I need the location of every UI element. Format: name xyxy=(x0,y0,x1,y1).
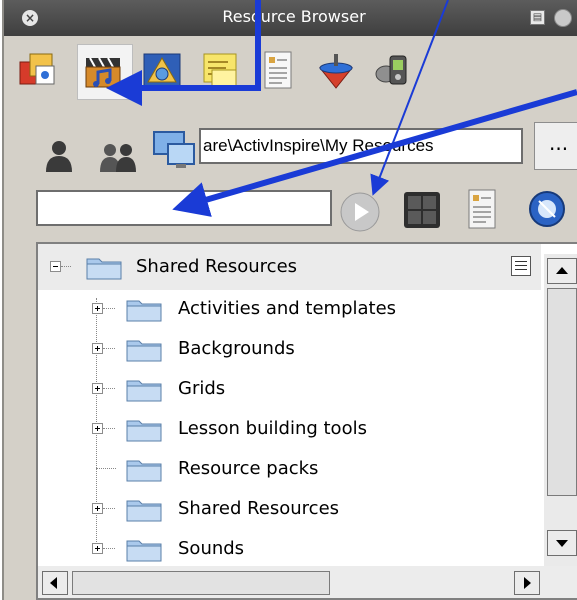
tree-item-label: Backgrounds xyxy=(178,338,295,359)
folder-icon xyxy=(126,340,162,362)
tree-item[interactable]: Resource packs xyxy=(38,450,541,490)
tree-item[interactable]: Lesson building tools xyxy=(38,410,541,450)
folder-icon xyxy=(126,500,162,522)
tree-item-label: Lesson building tools xyxy=(178,418,367,439)
menu-icon[interactable] xyxy=(554,9,572,27)
resource-tree[interactable]: Shared Resources Activities and template… xyxy=(36,242,577,600)
view-toggle-icon[interactable] xyxy=(511,256,531,276)
expand-icon[interactable] xyxy=(92,303,103,314)
scroll-left-icon[interactable] xyxy=(42,571,68,595)
play-search-icon[interactable] xyxy=(338,190,382,234)
window-title: Resource Browser xyxy=(222,7,366,26)
single-user-icon[interactable] xyxy=(42,138,76,172)
collapse-icon[interactable] xyxy=(50,261,61,272)
page-icon[interactable] xyxy=(256,48,300,92)
folder-icon xyxy=(126,300,162,322)
tree-root-label: Shared Resources xyxy=(136,256,298,277)
pin-icon[interactable]: ▤ xyxy=(530,10,545,25)
tree-item[interactable]: Grids xyxy=(38,370,541,410)
path-field[interactable]: are\ActivInspire\My Resources xyxy=(199,128,523,164)
horizontal-scroll-thumb[interactable] xyxy=(72,571,330,595)
computer-icon[interactable] xyxy=(152,128,198,174)
resource-browser-window: × Resource Browser ▤ are\ActivInspire\My… xyxy=(2,0,577,600)
folder-icon xyxy=(126,380,162,402)
expand-icon[interactable] xyxy=(92,503,103,514)
folder-icon xyxy=(126,540,162,562)
spinning-top-icon[interactable] xyxy=(314,48,358,92)
folder-icon xyxy=(126,460,162,482)
tree-item-label: Shared Resources xyxy=(178,498,340,519)
notes-icon[interactable] xyxy=(198,48,242,92)
search-globe-icon[interactable] xyxy=(524,186,570,232)
expand-icon[interactable] xyxy=(92,423,103,434)
tree-item-label: Activities and templates xyxy=(178,298,397,319)
tree-item[interactable]: Shared Resources xyxy=(38,490,541,530)
calculator-icon[interactable] xyxy=(400,188,444,232)
devices-icon[interactable] xyxy=(370,48,414,92)
document-icon[interactable] xyxy=(460,186,504,232)
browse-button[interactable]: ... xyxy=(534,122,577,170)
search-input[interactable] xyxy=(36,190,332,226)
media-icon[interactable] xyxy=(82,50,126,94)
expand-icon[interactable] xyxy=(92,383,103,394)
folder-icon xyxy=(126,420,162,442)
vertical-scroll-thumb[interactable] xyxy=(547,288,577,496)
tree-item-label: Sounds xyxy=(178,538,245,559)
expand-icon[interactable] xyxy=(92,343,103,354)
tree-item-label: Grids xyxy=(178,378,226,399)
tree-item[interactable]: Backgrounds xyxy=(38,330,541,370)
scroll-up-icon[interactable] xyxy=(547,258,577,284)
tree-root-row[interactable]: Shared Resources xyxy=(38,248,541,288)
scroll-down-icon[interactable] xyxy=(547,530,577,556)
scroll-right-icon[interactable] xyxy=(514,571,540,595)
folder-icon xyxy=(86,258,122,280)
tree-item[interactable]: Sounds xyxy=(38,530,541,570)
close-icon[interactable]: × xyxy=(22,10,38,26)
resources-icon[interactable] xyxy=(16,48,60,92)
tree-item[interactable]: Activities and templates xyxy=(38,290,541,330)
title-bar[interactable]: × Resource Browser ▤ xyxy=(4,0,577,36)
group-users-icon[interactable] xyxy=(98,140,140,172)
tree-item-label: Resource packs xyxy=(178,458,319,479)
geometry-icon[interactable] xyxy=(140,48,184,92)
expand-icon[interactable] xyxy=(92,543,103,554)
